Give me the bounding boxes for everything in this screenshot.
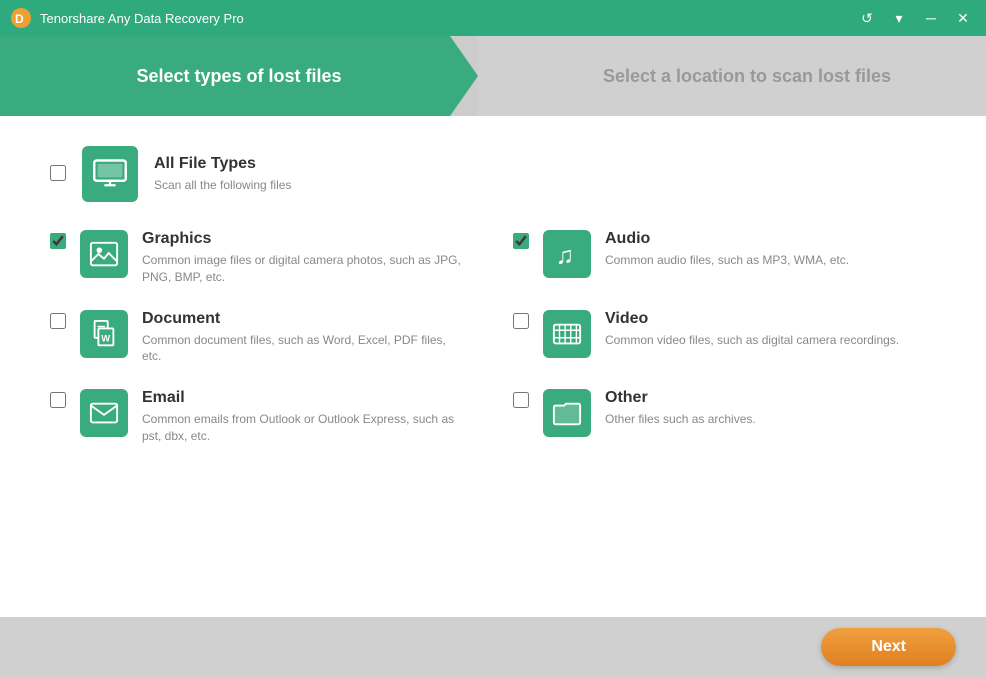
document-checkbox-wrap[interactable]	[50, 313, 66, 334]
file-type-document: W Document Common document files, such a…	[50, 310, 473, 366]
video-checkbox-wrap[interactable]	[513, 313, 529, 334]
next-button[interactable]: Next	[821, 628, 956, 666]
graphics-description: Common image files or digital camera pho…	[142, 252, 462, 286]
video-checkbox[interactable]	[513, 313, 529, 329]
step2[interactable]: Select a location to scan lost files	[478, 36, 986, 116]
audio-icon: ♫	[543, 230, 591, 278]
history-button[interactable]: ↺	[854, 7, 880, 29]
chevron-down-button[interactable]: ▾	[886, 7, 912, 29]
all-file-types-icon	[82, 146, 138, 202]
all-file-types-info: All File Types Scan all the following fi…	[154, 155, 291, 194]
audio-description: Common audio files, such as MP3, WMA, et…	[605, 252, 849, 269]
main-content: All File Types Scan all the following fi…	[0, 116, 986, 617]
svg-text:D: D	[15, 12, 24, 26]
steps-header: Select types of lost files Select a loca…	[0, 36, 986, 116]
step1[interactable]: Select types of lost files	[0, 36, 478, 116]
email-label: Email	[142, 389, 462, 407]
audio-checkbox-wrap[interactable]	[513, 233, 529, 254]
audio-label: Audio	[605, 230, 849, 248]
all-file-types-label: All File Types	[154, 155, 291, 173]
app-title: Tenorshare Any Data Recovery Pro	[40, 11, 854, 26]
video-description: Common video files, such as digital came…	[605, 332, 899, 349]
other-description: Other files such as archives.	[605, 411, 756, 428]
email-info: Email Common emails from Outlook or Outl…	[142, 389, 462, 445]
all-file-types-description: Scan all the following files	[154, 177, 291, 194]
video-icon	[543, 310, 591, 358]
graphics-checkbox[interactable]	[50, 233, 66, 249]
document-icon: W	[80, 310, 128, 358]
other-icon	[543, 389, 591, 437]
all-file-types-checkbox-wrap[interactable]	[50, 165, 66, 186]
svg-text:♫: ♫	[556, 242, 574, 269]
titlebar: D Tenorshare Any Data Recovery Pro ↺ ▾ ─…	[0, 0, 986, 36]
audio-info: Audio Common audio files, such as MP3, W…	[605, 230, 849, 269]
graphics-label: Graphics	[142, 230, 462, 248]
graphics-icon	[80, 230, 128, 278]
file-type-email: Email Common emails from Outlook or Outl…	[50, 389, 473, 445]
other-info: Other Other files such as archives.	[605, 389, 756, 428]
footer: Next	[0, 617, 986, 677]
step1-label: Select types of lost files	[136, 66, 341, 87]
other-checkbox[interactable]	[513, 392, 529, 408]
document-info: Document Common document files, such as …	[142, 310, 462, 366]
minimize-button[interactable]: ─	[918, 7, 944, 29]
document-label: Document	[142, 310, 462, 328]
video-info: Video Common video files, such as digita…	[605, 310, 899, 349]
file-type-other: Other Other files such as archives.	[513, 389, 936, 445]
close-button[interactable]: ✕	[950, 7, 976, 29]
graphics-info: Graphics Common image files or digital c…	[142, 230, 462, 286]
window-controls: ↺ ▾ ─ ✕	[854, 7, 976, 29]
document-checkbox[interactable]	[50, 313, 66, 329]
file-type-graphics: Graphics Common image files or digital c…	[50, 230, 473, 286]
other-checkbox-wrap[interactable]	[513, 392, 529, 413]
document-description: Common document files, such as Word, Exc…	[142, 332, 462, 366]
app-logo: D	[10, 7, 32, 29]
file-types-grid: Graphics Common image files or digital c…	[50, 230, 936, 445]
step2-label: Select a location to scan lost files	[603, 66, 891, 87]
email-description: Common emails from Outlook or Outlook Ex…	[142, 411, 462, 445]
file-type-video: Video Common video files, such as digita…	[513, 310, 936, 366]
other-label: Other	[605, 389, 756, 407]
file-type-audio: ♫ Audio Common audio files, such as MP3,…	[513, 230, 936, 286]
video-label: Video	[605, 310, 899, 328]
all-file-types-row: All File Types Scan all the following fi…	[50, 146, 936, 202]
email-checkbox[interactable]	[50, 392, 66, 408]
audio-checkbox[interactable]	[513, 233, 529, 249]
email-checkbox-wrap[interactable]	[50, 392, 66, 413]
email-icon	[80, 389, 128, 437]
svg-text:W: W	[101, 333, 110, 343]
graphics-checkbox-wrap[interactable]	[50, 233, 66, 254]
all-file-types-checkbox[interactable]	[50, 165, 66, 181]
